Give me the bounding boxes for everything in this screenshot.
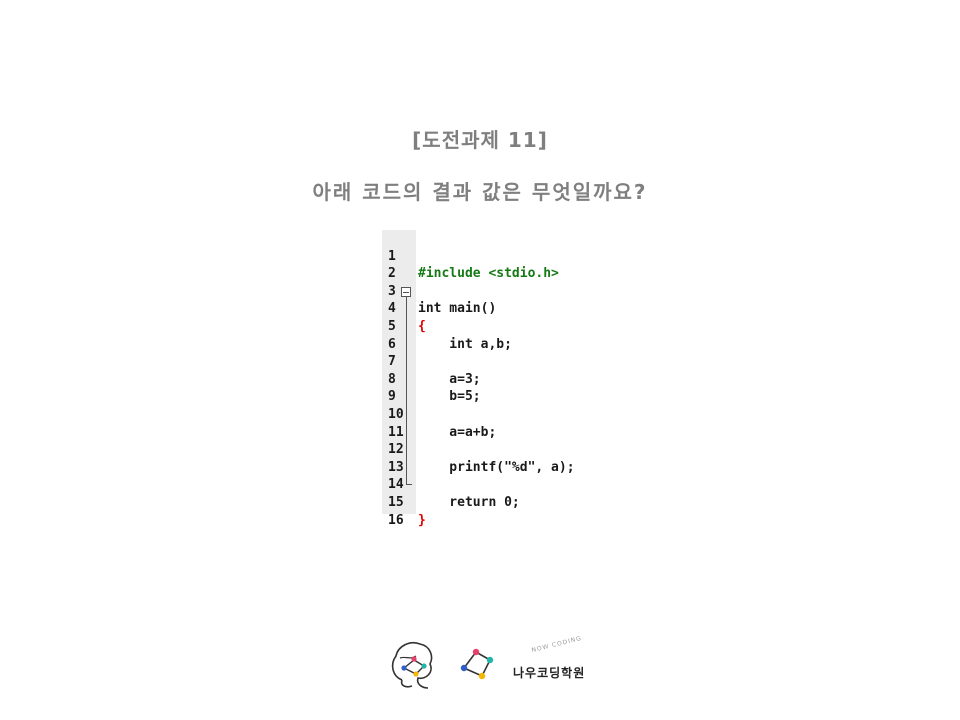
code-text: a=3; [418, 371, 481, 387]
code-text: int main() [418, 301, 497, 317]
brand-name: 나우코딩학원 [513, 666, 586, 680]
fold-guide-line [405, 297, 407, 485]
code-text: return 0; [418, 494, 520, 510]
footer-logos: NOW CODING 나우코딩학원 [388, 634, 608, 692]
code-text: #include <stdio.h> [418, 266, 559, 282]
code-text: b=5; [418, 389, 481, 405]
question-text: 아래 코드의 결과 값은 무엇일까요? [312, 180, 648, 204]
code-line: 7 a=3; [382, 336, 481, 387]
code-text: { [418, 318, 426, 334]
code-line: 6 [382, 318, 413, 352]
code-text: int a,b; [418, 336, 512, 352]
code-text: } [418, 512, 426, 528]
code-line: 14 return 0; [382, 459, 520, 510]
code-line: 11 [382, 406, 413, 440]
line-number: 16 [388, 512, 404, 528]
code-line: 3 int main() [382, 265, 496, 317]
code-line: 9 [382, 371, 413, 404]
code-line: 2 [382, 248, 413, 281]
network-logo-icon [460, 648, 494, 680]
code-line: 15 } [382, 476, 426, 528]
brain-logo-icon [391, 641, 433, 689]
challenge-title: [도전과제 11] [412, 128, 548, 152]
code-editor: 1 #include <stdio.h> 2 3 int main() 4 { … [382, 230, 612, 528]
code-line: 8 b=5; [382, 353, 481, 405]
code-line: 5 int a,b; [382, 300, 512, 352]
code-line: 16 [382, 494, 413, 528]
code-line: 12 printf("%d", a); [382, 424, 575, 475]
code-line: 1 #include <stdio.h> [382, 230, 559, 282]
fold-collapse-icon[interactable] [401, 287, 411, 297]
code-line: 10 a=a+b; [382, 388, 496, 440]
code-line: 13 [382, 441, 413, 475]
code-text: printf("%d", a); [418, 459, 575, 475]
fold-guide-end [405, 484, 412, 485]
brand-tagline: NOW CODING [530, 634, 583, 655]
code-text: a=a+b; [418, 424, 497, 440]
